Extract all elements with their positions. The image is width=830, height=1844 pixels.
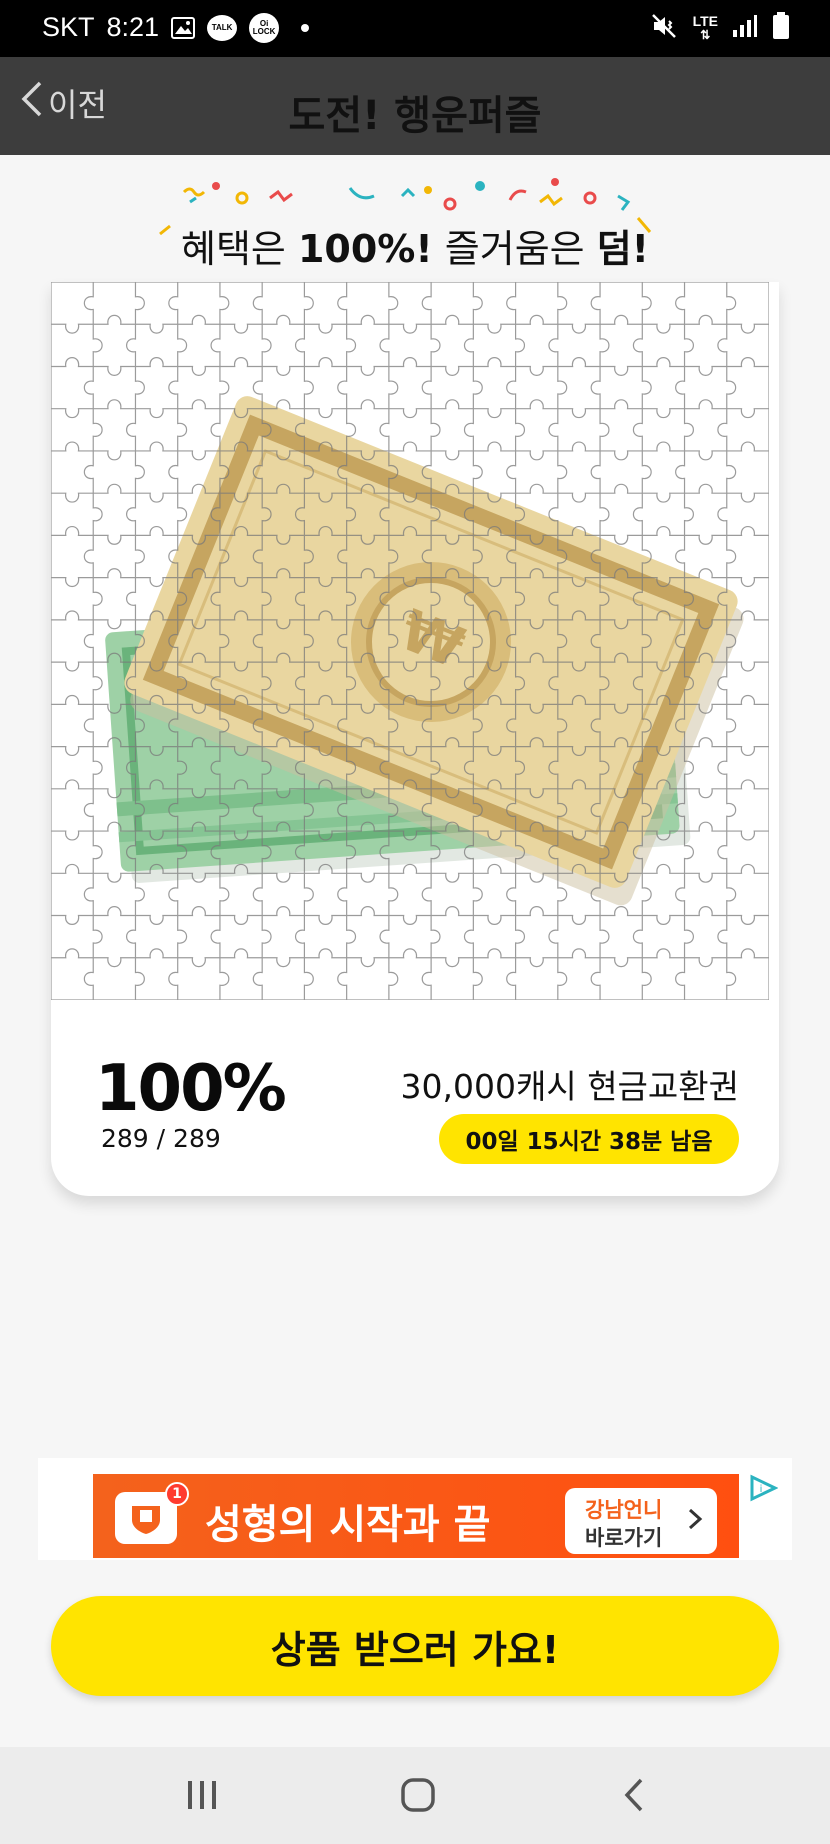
- page-title: 도전! 행운퍼즐: [288, 93, 542, 139]
- recent-apps-icon[interactable]: [186, 1775, 218, 1819]
- claim-prize-button[interactable]: 상품 받으러 가요!: [51, 1596, 779, 1696]
- mute-icon: [651, 13, 679, 43]
- ad-cta-button[interactable]: 강남언니 바로가기: [565, 1488, 717, 1554]
- progress-count: 289 / 289: [101, 1124, 221, 1153]
- back-nav-icon[interactable]: [622, 1775, 646, 1819]
- puzzle-board: ₩: [51, 282, 769, 1000]
- slogan: 혜택은 100%! 즐거움은 덤!: [181, 227, 649, 271]
- network-type-label: LTE ⇅: [692, 12, 718, 42]
- ad-banner-container: 1 성형의 시작과 끝 강남언니 바로가기 i: [38, 1458, 792, 1560]
- system-nav-bar: [0, 1747, 830, 1844]
- puzzle-card: ₩ 100% 289 / 289 30,000캐시 현금교환권 00일 15시간…: [51, 282, 779, 1196]
- ad-banner[interactable]: 1 성형의 시작과 끝 강남언니 바로가기: [93, 1474, 739, 1558]
- app-header: 이전 도전! 행운퍼즐: [0, 57, 830, 155]
- chevron-right-icon: [687, 1502, 703, 1540]
- ad-notification-badge: 1: [165, 1482, 189, 1506]
- prize-name: 30,000캐시 현금교환권: [400, 1067, 739, 1106]
- ad-cta-label: 바로가기: [585, 1526, 663, 1550]
- ad-headline: 성형의 시작과 끝: [205, 1502, 491, 1548]
- image-icon: [171, 16, 196, 39]
- ad-cta-brand: 강남언니: [585, 1498, 663, 1522]
- battery-icon: [772, 12, 790, 44]
- svg-text:i: i: [760, 1484, 763, 1495]
- time-remaining-badge: 00일 15시간 38분 남음: [439, 1114, 739, 1164]
- progress-percent: 100%: [95, 1052, 287, 1126]
- carrier-label: SKT: [42, 12, 95, 42]
- oilock-icon: Oi LOCK: [249, 12, 280, 43]
- adchoices-icon[interactable]: i: [748, 1474, 779, 1506]
- more-notifications-dot-icon: [301, 23, 310, 32]
- home-icon[interactable]: [400, 1775, 436, 1819]
- status-bar: SKT 8:21 TALK Oi LOCK LTE ⇅: [0, 0, 830, 57]
- signal-icon: [732, 14, 758, 42]
- time-label: 8:21: [106, 12, 160, 42]
- kakaotalk-icon: TALK: [207, 14, 238, 41]
